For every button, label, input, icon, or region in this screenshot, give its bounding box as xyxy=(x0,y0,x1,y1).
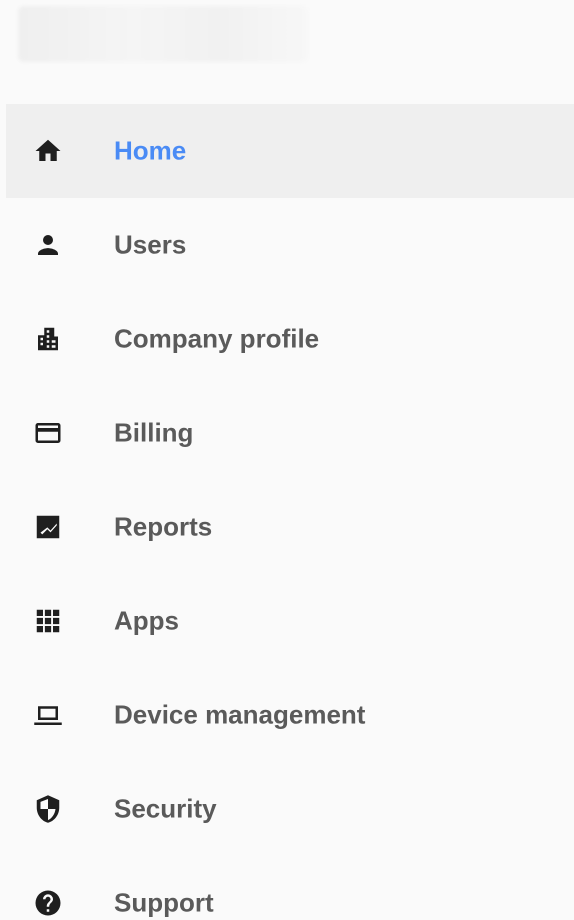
sidebar-item-billing[interactable]: Billing xyxy=(6,386,574,480)
grid-icon xyxy=(32,605,64,637)
admin-sidebar: Home Users Company profile Billing Repor xyxy=(0,0,574,920)
laptop-icon xyxy=(32,699,64,731)
sidebar-item-label: Security xyxy=(114,793,217,824)
person-icon xyxy=(32,229,64,261)
sidebar-item-label: Company profile xyxy=(114,323,320,354)
sidebar-item-label: Reports xyxy=(114,511,213,542)
sidebar-item-label: Billing xyxy=(114,417,194,448)
shield-icon xyxy=(32,793,64,825)
sidebar-item-device-management[interactable]: Device management xyxy=(6,668,574,762)
home-icon xyxy=(32,135,64,167)
sidebar-item-reports[interactable]: Reports xyxy=(6,480,574,574)
sidebar-item-label: Support xyxy=(114,887,214,918)
help-icon xyxy=(32,887,64,919)
sidebar-item-label: Users xyxy=(114,229,187,260)
logo[interactable] xyxy=(18,6,308,62)
building-icon xyxy=(32,323,64,355)
sidebar-item-label: Apps xyxy=(114,605,179,636)
sidebar-item-security[interactable]: Security xyxy=(6,762,574,856)
sidebar-item-label: Device management xyxy=(114,699,366,730)
sidebar-nav: Home Users Company profile Billing Repor xyxy=(6,104,574,920)
sidebar-item-home[interactable]: Home xyxy=(6,104,574,198)
credit-card-icon xyxy=(32,417,64,449)
sidebar-item-company-profile[interactable]: Company profile xyxy=(6,292,574,386)
sidebar-item-apps[interactable]: Apps xyxy=(6,574,574,668)
sidebar-item-label: Home xyxy=(114,135,187,166)
sidebar-item-support[interactable]: Support xyxy=(6,856,574,920)
chart-icon xyxy=(32,511,64,543)
sidebar-item-users[interactable]: Users xyxy=(6,198,574,292)
